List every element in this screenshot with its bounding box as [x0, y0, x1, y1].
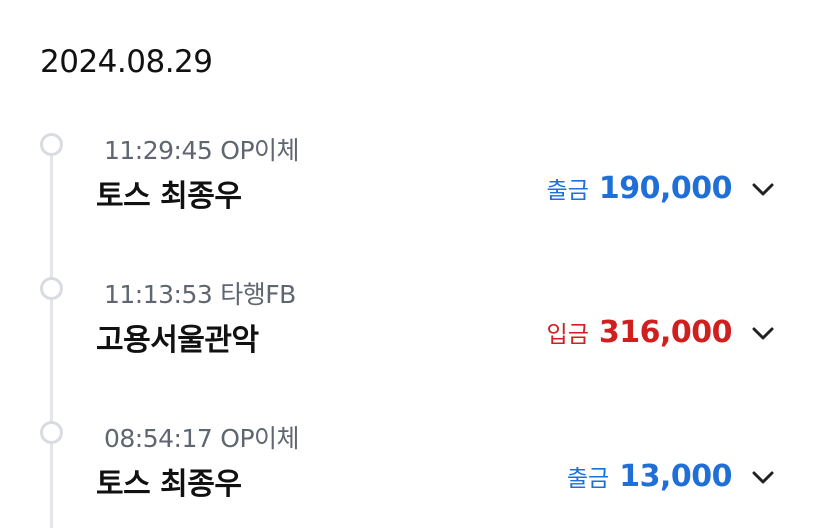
- transaction-time: 11:13:53: [104, 280, 213, 309]
- transaction-type: 입금: [546, 322, 589, 348]
- transaction-name: 토스 최종우: [96, 467, 242, 502]
- transaction-amount: 190,000: [598, 171, 733, 206]
- transaction-amount-group: 출금 190,000: [546, 171, 733, 206]
- transaction-amount: 316,000: [598, 315, 733, 350]
- transaction-name: 토스 최종우: [96, 179, 242, 214]
- transaction-meta: 11:13:53 타행FB: [104, 275, 296, 311]
- transaction-channel: OP이체: [220, 424, 300, 453]
- transaction-item[interactable]: 11:29:45 OP이체 토스 최종우 출금 190,000: [0, 131, 828, 241]
- transaction-amount: 13,000: [619, 459, 732, 494]
- transaction-type: 출금: [546, 178, 589, 204]
- date-header: 2024.08.29: [40, 44, 213, 80]
- transaction-name: 고용서울관악: [96, 323, 259, 358]
- transaction-meta: 08:54:17 OP이체: [104, 419, 300, 455]
- chevron-down-icon[interactable]: [748, 319, 778, 349]
- transaction-item[interactable]: 11:13:53 타행FB 고용서울관악 입금 316,000: [0, 275, 828, 385]
- transaction-channel: 타행FB: [220, 280, 296, 309]
- transaction-amount-group: 입금 316,000: [546, 315, 733, 350]
- transaction-meta: 11:29:45 OP이체: [104, 131, 300, 167]
- timeline-dot: [40, 133, 63, 156]
- timeline-dot: [40, 421, 63, 444]
- transaction-item[interactable]: 08:54:17 OP이체 토스 최종우 출금 13,000: [0, 419, 828, 529]
- transaction-time: 08:54:17: [104, 424, 213, 453]
- chevron-down-icon[interactable]: [748, 463, 778, 493]
- transaction-channel: OP이체: [220, 136, 300, 165]
- transaction-amount-group: 출금 13,000: [566, 459, 733, 494]
- chevron-down-icon[interactable]: [748, 175, 778, 205]
- transaction-time: 11:29:45: [104, 136, 213, 165]
- transaction-type: 출금: [566, 466, 610, 492]
- timeline-dot: [40, 277, 63, 300]
